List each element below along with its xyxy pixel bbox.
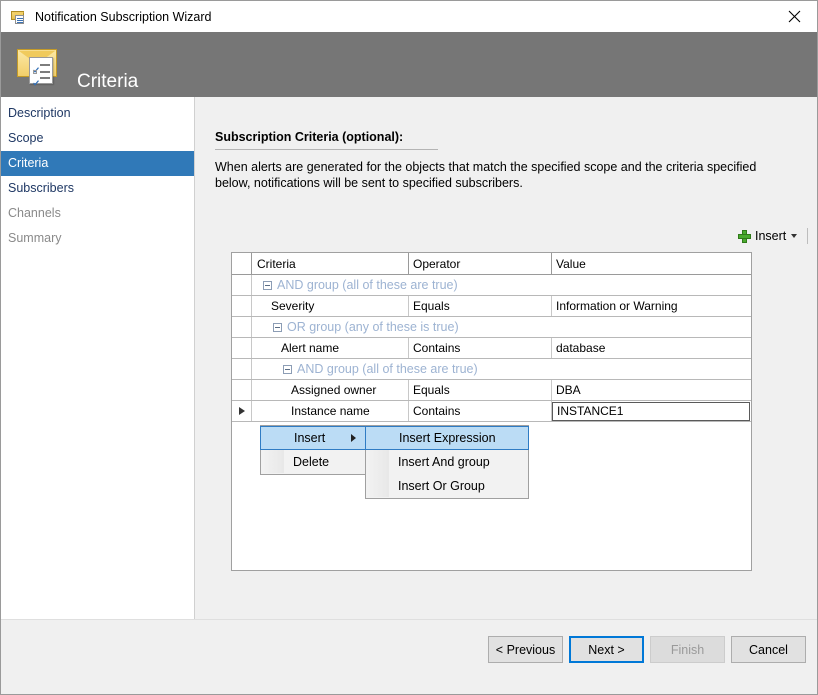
row-marker-triangle-icon — [239, 407, 245, 415]
grid-header-marker-cell — [232, 253, 252, 274]
collapse-box-icon[interactable] — [283, 365, 292, 374]
cell-value[interactable]: database — [552, 338, 751, 358]
sidebar-item-description[interactable]: Description — [1, 101, 194, 126]
checklist-line — [40, 71, 50, 73]
row-marker-cell — [232, 359, 252, 379]
checklist-line — [40, 64, 50, 66]
table-row[interactable]: AND group (all of these are true) — [232, 275, 751, 296]
cell-criteria[interactable]: Assigned owner — [252, 380, 409, 400]
cell-criteria[interactable]: Instance name — [252, 401, 409, 421]
table-row[interactable]: Alert name Contains database — [232, 338, 751, 359]
group-row-label: AND group (all of these are true) — [297, 362, 478, 376]
cell-operator[interactable]: Contains — [409, 338, 552, 358]
group-row-0[interactable]: AND group (all of these are true) — [257, 278, 458, 292]
close-button[interactable] — [771, 1, 817, 32]
section-heading: Subscription Criteria (optional): — [215, 130, 438, 150]
group-row-1[interactable]: OR group (any of these is true) — [257, 320, 459, 334]
criteria-toolbar: Insert Delete Formula f x — [735, 225, 818, 247]
sidebar-item-summary: Summary — [1, 226, 194, 251]
group-row-label: AND group (all of these are true) — [277, 278, 458, 292]
context-menu-item-delete[interactable]: Delete — [261, 450, 365, 474]
window-title: Notification Subscription Wizard — [35, 10, 211, 24]
row-marker-cell — [232, 317, 252, 337]
next-button[interactable]: Next > — [569, 636, 644, 663]
banner-icon — [15, 42, 61, 86]
cell-criteria[interactable]: Severity — [252, 296, 409, 316]
value-input[interactable] — [552, 402, 750, 421]
grid-header-operator[interactable]: Operator — [409, 253, 552, 274]
wizard-steps-sidebar: Description Scope Criteria Subscribers C… — [1, 97, 195, 619]
chevron-down-icon[interactable] — [791, 234, 797, 238]
submenu-item-insert-or-group[interactable]: Insert Or Group — [366, 474, 528, 498]
green-plus-icon — [738, 230, 751, 243]
sidebar-item-criteria[interactable]: Criteria — [1, 151, 194, 176]
context-menu-item-insert[interactable]: Insert — [260, 426, 366, 450]
collapse-box-icon[interactable] — [273, 323, 282, 332]
close-icon — [788, 10, 801, 23]
window-icon — [10, 9, 26, 25]
toolbar-divider — [807, 228, 808, 244]
row-marker-cell — [232, 380, 252, 400]
row-marker-cell — [232, 401, 252, 421]
check-mark — [33, 75, 38, 80]
wizard-footer: < Previous Next > Finish Cancel — [1, 619, 817, 695]
group-row-content: AND group (all of these are true) — [252, 275, 752, 295]
cell-value[interactable]: Information or Warning — [552, 296, 751, 316]
grid-header-criteria[interactable]: Criteria — [252, 253, 409, 274]
checklist-line — [40, 77, 50, 79]
page-banner: Criteria — [1, 32, 817, 97]
checklist-icon — [15, 15, 24, 24]
finish-button: Finish — [650, 636, 725, 663]
sidebar-item-subscribers[interactable]: Subscribers — [1, 176, 194, 201]
wizard-window: Notification Subscription Wizard — [0, 0, 818, 695]
group-row-content: OR group (any of these is true) — [252, 317, 752, 337]
context-menu-item-label: Insert — [294, 431, 325, 445]
group-row-content: AND group (all of these are true) — [252, 359, 752, 379]
cell-operator[interactable]: Equals — [409, 380, 552, 400]
check-mark — [33, 62, 38, 67]
cell-value-editor-wrap — [552, 401, 751, 421]
group-row-2[interactable]: AND group (all of these are true) — [257, 362, 478, 376]
grid-header-value[interactable]: Value — [552, 253, 751, 274]
grid-header-row: Criteria Operator Value — [232, 253, 751, 275]
insert-button[interactable]: Insert — [735, 225, 800, 247]
submenu-item-insert-expression[interactable]: Insert Expression — [365, 426, 529, 450]
cell-criteria[interactable]: Alert name — [252, 338, 409, 358]
insert-button-label: Insert — [755, 229, 786, 243]
sidebar-item-channels: Channels — [1, 201, 194, 226]
table-row[interactable]: OR group (any of these is true) — [232, 317, 751, 338]
context-submenu[interactable]: Insert Expression Insert And group Inser… — [365, 425, 529, 499]
cell-operator[interactable]: Contains — [409, 401, 552, 421]
context-menu-item-label: Delete — [293, 455, 329, 469]
collapse-box-icon[interactable] — [263, 281, 272, 290]
context-menu[interactable]: Insert Delete — [260, 425, 366, 475]
row-marker-cell — [232, 296, 252, 316]
cell-operator[interactable]: Equals — [409, 296, 552, 316]
row-marker-cell — [232, 275, 252, 295]
cancel-button[interactable]: Cancel — [731, 636, 806, 663]
group-row-label: OR group (any of these is true) — [287, 320, 459, 334]
criteria-grid[interactable]: Criteria Operator Value AND group (all o… — [231, 252, 752, 571]
checklist-box — [33, 70, 37, 74]
title-bar: Notification Subscription Wizard — [1, 1, 817, 32]
table-row[interactable]: Assigned owner Equals DBA — [232, 380, 751, 401]
content-panel: Subscription Criteria (optional): When a… — [195, 97, 817, 619]
submenu-item-insert-and-group[interactable]: Insert And group — [366, 450, 528, 474]
sidebar-item-scope[interactable]: Scope — [1, 126, 194, 151]
table-row[interactable]: Severity Equals Information or Warning — [232, 296, 751, 317]
intro-text: When alerts are generated for the object… — [215, 159, 775, 191]
cell-value[interactable]: DBA — [552, 380, 751, 400]
row-marker-cell — [232, 338, 252, 358]
checklist-icon — [29, 57, 53, 84]
table-row-selected[interactable]: Instance name Contains — [232, 401, 751, 422]
table-row[interactable]: AND group (all of these are true) — [232, 359, 751, 380]
chevron-right-icon — [351, 434, 356, 442]
previous-button[interactable]: < Previous — [488, 636, 563, 663]
page-title: Criteria — [77, 71, 138, 93]
